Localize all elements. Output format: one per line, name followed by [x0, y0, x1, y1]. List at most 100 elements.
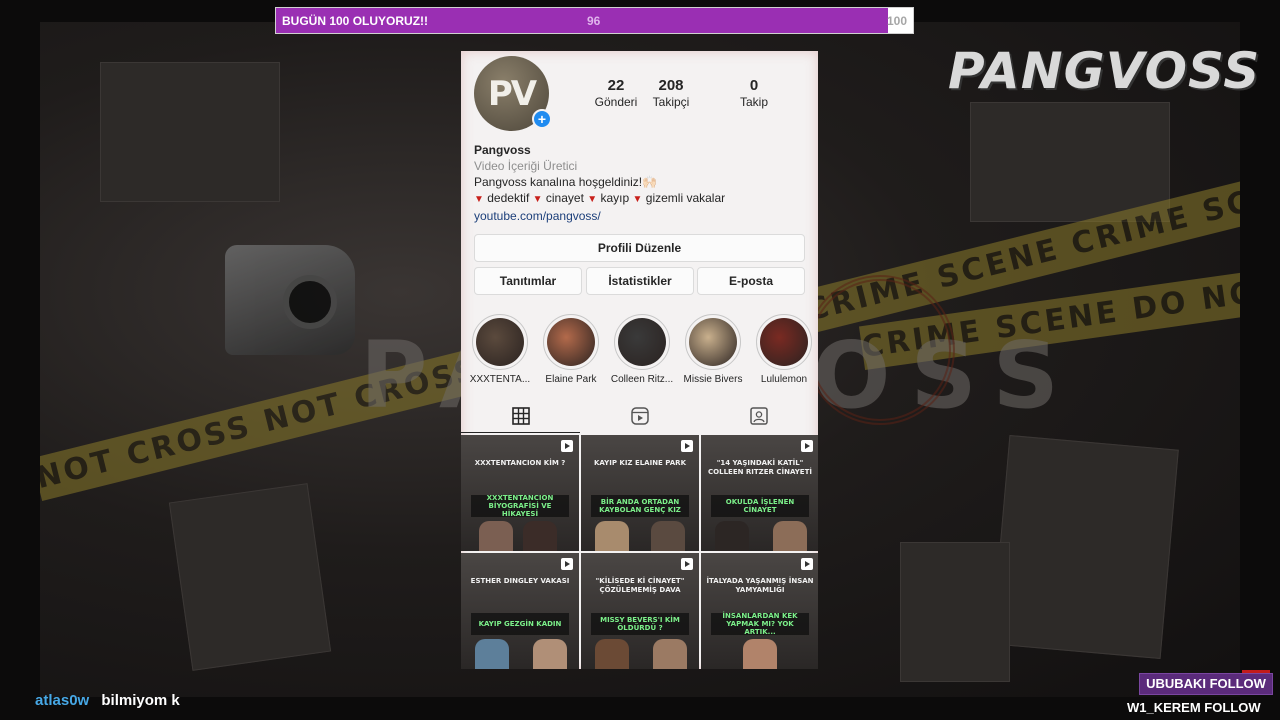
chat-username: atlas0w	[35, 692, 90, 709]
post-caption: BİR ANDA ORTADAN KAYBOLAN GENÇ KIZ	[591, 495, 689, 517]
profile-link[interactable]: youtube.com/pangvoss/	[474, 208, 809, 224]
post-caption: XXXTENTANCION BİYOGRAFİSİ VE HİKAYESİ	[471, 494, 569, 518]
profile-category: Video İçeriği Üretici	[474, 159, 578, 173]
video-icon	[681, 558, 693, 570]
posts-grid: XXXTENTANCION KİM ? XXXTENTANCION BİYOGR…	[461, 435, 818, 669]
post-photo	[595, 521, 629, 551]
story-highlight[interactable]: Elaine Park	[536, 314, 606, 385]
post-title: XXXTENTANCION KİM ?	[474, 459, 566, 467]
post-tile[interactable]: ESTHER DINGLEY VAKASI KAYIP GEZGİN KADIN	[461, 553, 579, 669]
post-photo	[653, 639, 687, 669]
profile-bio: Pangvoss Video İçeriği Üretici Pangvoss …	[474, 142, 809, 224]
stat-followers[interactable]: 208 Takipçi	[636, 77, 706, 109]
gun-image	[225, 245, 355, 355]
post-caption: OKULDA İŞLENEN CİNAYET	[711, 495, 809, 517]
post-title: "KİLİSEDE Kİ CİNAYET" ÇÖZÜLEMEMİŞ DAVA	[595, 577, 685, 594]
post-photo	[523, 521, 557, 551]
highlight-thumbnail	[547, 318, 595, 366]
video-icon	[801, 558, 813, 570]
instagram-profile-panel: PV + 22 Gönderi 208 Takipçi 0 Takip Pang…	[461, 51, 818, 669]
bio-welcome: Pangvoss kanalına hoşgeldiniz!🙌🏻	[474, 175, 658, 189]
post-photo	[475, 639, 509, 669]
post-photo	[743, 639, 777, 669]
highlight-ring	[543, 314, 599, 370]
highlight-ring	[685, 314, 741, 370]
reels-tab[interactable]	[580, 399, 699, 433]
reels-icon	[630, 407, 649, 425]
insights-button[interactable]: İstatistikler	[586, 267, 694, 295]
email-button[interactable]: E-posta	[697, 267, 805, 295]
grid-tab[interactable]	[461, 399, 580, 433]
post-tile[interactable]: "14 YAŞINDAKİ KATİL" COLLEEN RITZER CİNA…	[701, 435, 818, 551]
highlight-thumbnail	[760, 318, 808, 366]
video-icon	[561, 440, 573, 452]
post-title: İTALYADA YAŞANMIŞ İNSAN YAMYAMLIĞI	[706, 577, 814, 594]
stat-following[interactable]: 0 Takip	[719, 77, 789, 109]
profile-tabs	[461, 399, 818, 433]
post-photo	[773, 521, 807, 551]
fingerprint-image	[805, 275, 955, 425]
story-highlight[interactable]: Lululemon	[749, 314, 818, 385]
stat-followers-label: Takipçi	[652, 95, 690, 109]
channel-logo: PANGVOSS	[948, 42, 1261, 100]
bio-tag: dedektif	[487, 191, 530, 205]
highlight-ring	[756, 314, 812, 370]
grid-icon	[511, 406, 530, 425]
avatar-logo: PV	[487, 73, 537, 114]
bio-tags: ▼ dedektif ▼ cinayet ▼ kayıp ▼ gizemli v…	[474, 190, 809, 208]
video-icon	[561, 558, 573, 570]
post-title: "14 YAŞINDAKİ KATİL" COLLEEN RITZER CİNA…	[708, 459, 812, 476]
highlight-thumbnail	[689, 318, 737, 366]
chat-text: bilmiyom k	[101, 692, 180, 709]
highlight-label: Elaine Park	[545, 374, 597, 385]
goal-label: BUGÜN 100 OLUYORUZ!!	[282, 14, 429, 28]
story-highlight[interactable]: Missie Bivers	[678, 314, 748, 385]
post-caption: İNSANLARDAN KEK YAPMAK MI? YOK ARTIK...	[711, 612, 809, 636]
post-photo	[715, 521, 749, 551]
profile-name: Pangvoss	[474, 143, 531, 157]
story-highlight[interactable]: Colleen Ritz...	[607, 314, 677, 385]
stat-followers-count: 208	[658, 77, 684, 94]
highlight-ring	[472, 314, 528, 370]
bio-tag: gizemli vakalar	[645, 191, 726, 205]
goal-current: 96	[587, 14, 601, 28]
stat-following-count: 0	[749, 77, 759, 94]
post-tile[interactable]: İTALYADA YAŞANMIŞ İNSAN YAMYAMLIĞI İNSAN…	[701, 553, 818, 669]
post-tile[interactable]: "KİLİSEDE Kİ CİNAYET" ÇÖZÜLEMEMİŞ DAVA M…	[581, 553, 699, 669]
profile-avatar[interactable]: PV +	[474, 56, 552, 131]
highlight-thumbnail	[476, 318, 524, 366]
triangle-icon: ▼	[474, 194, 484, 205]
highlight-label: Missie Bivers	[683, 374, 743, 385]
edit-profile-button[interactable]: Profili Düzenle	[474, 234, 805, 262]
highlight-thumbnail	[618, 318, 666, 366]
post-caption: MISSY BEVERS'I KİM ÖLDÜRDÜ ?	[591, 613, 689, 635]
goal-target: 100	[886, 14, 907, 28]
story-highlight[interactable]: XXXTENTA...	[465, 314, 535, 385]
post-photo	[479, 521, 513, 551]
bio-tag: kayıp	[600, 191, 630, 205]
highlight-label: Lululemon	[760, 374, 808, 385]
post-tile[interactable]: KAYIP KIZ ELAINE PARK BİR ANDA ORTADAN K…	[581, 435, 699, 551]
triangle-icon: ▼	[532, 194, 543, 205]
post-photo	[651, 521, 685, 551]
post-caption: KAYIP GEZGİN KADIN	[471, 613, 569, 635]
post-photo	[533, 639, 567, 669]
promotions-button[interactable]: Tanıtımlar	[474, 267, 582, 295]
triangle-icon: ▼	[632, 194, 643, 205]
highlight-ring	[614, 314, 670, 370]
post-tile[interactable]: XXXTENTANCION KİM ? XXXTENTANCION BİYOGR…	[461, 435, 579, 551]
video-icon	[801, 440, 813, 452]
triangle-icon: ▼	[587, 194, 598, 205]
stat-following-label: Takip	[739, 95, 768, 109]
bio-tag: cinayet	[545, 191, 584, 205]
highlight-label: XXXTENTA...	[469, 374, 531, 385]
post-title: ESTHER DINGLEY VAKASI	[470, 577, 570, 585]
follower-goal-bar: BUGÜN 100 OLUYORUZ!! 96 100	[275, 7, 914, 34]
video-icon	[681, 440, 693, 452]
chat-message: atlas0w bilmiyom k	[35, 692, 180, 709]
follow-alert-1: UBUBAKI FOLLOW	[1139, 673, 1273, 695]
tagged-tab[interactable]	[699, 399, 818, 433]
tagged-icon	[749, 407, 768, 425]
follow-alert-2: W1_KEREM FOLLOW	[1127, 700, 1261, 715]
add-story-icon[interactable]: +	[532, 109, 552, 129]
